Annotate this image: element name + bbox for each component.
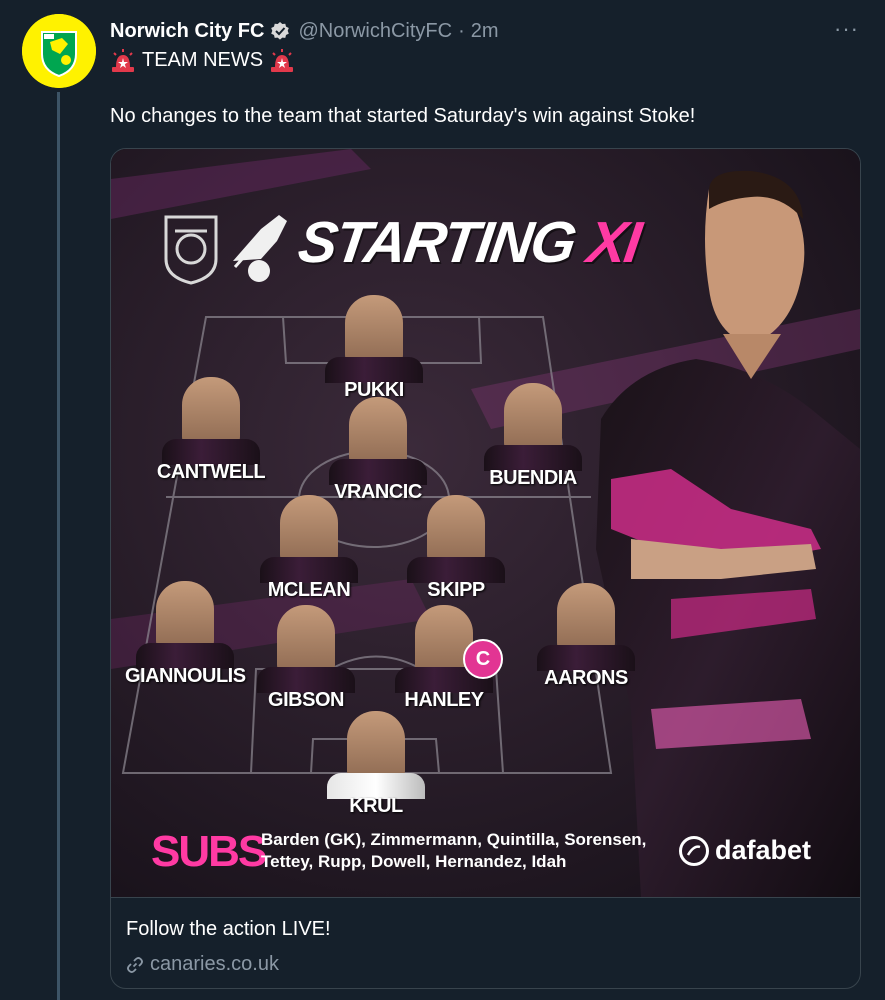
player-card: KRUL <box>316 711 436 818</box>
player-headshot <box>557 583 615 653</box>
player-headshot <box>347 711 405 781</box>
player-card: VRANCIC <box>318 397 438 504</box>
player-card: PUKKI <box>314 295 434 402</box>
tweet-body: No changes to the team that started Satu… <box>110 105 696 127</box>
subs-list: Barden (GK), Zimmermann, Quintilla, Sore… <box>261 829 681 873</box>
separator-dot: · <box>458 19 465 42</box>
author-name[interactable]: Norwich City FC <box>110 20 264 43</box>
subs-line: Tettey, Rupp, Dowell, Hernandez, Idah <box>261 852 567 871</box>
lineup-graphic[interactable]: STARTING XI PUKKI CANTWELL VRANCIC BUEND… <box>111 149 860 897</box>
player-name: AARONS <box>544 667 628 689</box>
team-news-line: TEAM NEWS <box>110 47 301 73</box>
player-name: GIANNOULIS <box>125 665 246 687</box>
siren-icon <box>110 47 136 73</box>
link-card[interactable]: STARTING XI PUKKI CANTWELL VRANCIC BUEND… <box>110 148 861 989</box>
player-headshot <box>349 397 407 467</box>
verified-badge-icon <box>270 21 290 41</box>
subs-line: Barden (GK), Zimmermann, Quintilla, Sore… <box>261 830 647 849</box>
thread-line <box>57 92 60 1000</box>
player-name: KRUL <box>349 795 403 817</box>
author-handle[interactable]: @NorwichCityFC <box>298 20 452 43</box>
link-icon <box>127 956 143 973</box>
tweet-header: Norwich City FC @NorwichCityFC · 2m <box>110 17 499 45</box>
captain-badge: C <box>463 639 503 679</box>
player-headshot <box>182 377 240 447</box>
player-name: CANTWELL <box>156 461 266 483</box>
player-card: GIBSON <box>246 605 366 712</box>
player-headshot <box>280 495 338 565</box>
player-name: MCLEAN <box>267 579 351 601</box>
player-name: GIBSON <box>268 689 344 711</box>
player-card: AARONS <box>526 583 646 690</box>
club-crest-icon <box>22 14 96 88</box>
avatar[interactable] <box>22 14 96 88</box>
card-footer[interactable]: Follow the action LIVE! canaries.co.uk <box>111 897 860 988</box>
player-card: GIANNOULIS <box>125 581 246 688</box>
card-title[interactable]: Follow the action LIVE! <box>126 918 331 941</box>
player-card: MCLEAN <box>249 495 369 602</box>
starting-xi-title: STARTING XI <box>294 209 643 276</box>
player-headshot <box>156 581 214 651</box>
siren-icon <box>269 47 295 73</box>
player-headshot <box>427 495 485 565</box>
subs-label: SUBS <box>151 827 267 876</box>
title-accent: XI <box>583 210 644 275</box>
player-headshot <box>345 295 403 365</box>
card-domain[interactable]: canaries.co.uk <box>126 953 279 976</box>
player-headshot <box>504 383 562 453</box>
more-options-icon[interactable]: ··· <box>834 16 859 42</box>
sponsor-name: dafabet <box>715 835 812 865</box>
sponsor-logo: dafabet <box>679 835 811 866</box>
timestamp[interactable]: 2m <box>471 20 499 43</box>
title-main: STARTING <box>294 210 579 275</box>
player-name: HANLEY <box>404 689 484 711</box>
team-news-text: TEAM NEWS <box>142 48 264 71</box>
player-card: SKIPP <box>396 495 516 602</box>
player-name: SKIPP <box>427 579 485 601</box>
card-domain-text: canaries.co.uk <box>150 953 279 975</box>
player-name: BUENDIA <box>489 467 577 489</box>
player-card: CANTWELL <box>151 377 271 484</box>
player-card: BUENDIA <box>473 383 593 490</box>
sponsor-mark-icon <box>679 835 709 866</box>
player-headshot <box>277 605 335 675</box>
